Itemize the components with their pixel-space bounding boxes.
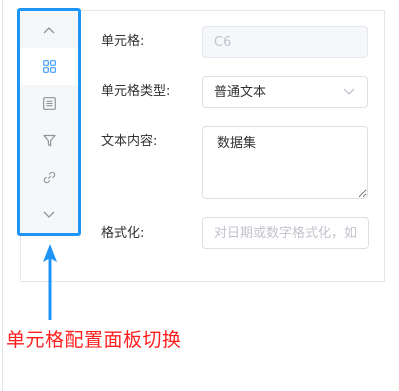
rail-scroll-down-button[interactable] — [20, 196, 78, 233]
cell-field: C6 — [202, 26, 368, 58]
filter-icon — [42, 134, 56, 147]
rail-filter-button[interactable] — [20, 122, 78, 159]
list-icon — [42, 97, 56, 110]
format-input[interactable]: 对日期或数字格式化，如 — [202, 217, 369, 249]
chevron-up-icon — [43, 26, 55, 33]
panel-switch-rail — [17, 8, 81, 236]
link-icon — [43, 171, 55, 184]
cell-label: 单元格: — [101, 34, 145, 49]
left-divider — [2, 0, 3, 391]
chevron-down-icon — [343, 88, 355, 95]
chevron-down-icon — [43, 211, 55, 218]
rail-cell-properties-button[interactable] — [20, 48, 78, 85]
callout-arrow — [43, 244, 57, 320]
rail-scroll-up-button[interactable] — [20, 11, 78, 48]
rail-list-button[interactable] — [20, 85, 78, 122]
rail-link-button[interactable] — [20, 159, 78, 196]
cell-type-value: 普通文本 — [214, 85, 267, 100]
content-label: 文本内容: — [101, 134, 158, 149]
format-placeholder: 对日期或数字格式化，如 — [214, 226, 358, 241]
cell-value: C6 — [214, 35, 232, 50]
annotation-text: 单元格配置面板切换 — [6, 329, 182, 351]
cell-type-label: 单元格类型: — [101, 84, 171, 99]
grid-icon — [42, 60, 56, 73]
content-textarea[interactable]: 数据集 — [202, 126, 368, 199]
cell-type-select[interactable]: 普通文本 — [202, 76, 368, 108]
format-label: 格式化: — [101, 226, 145, 241]
